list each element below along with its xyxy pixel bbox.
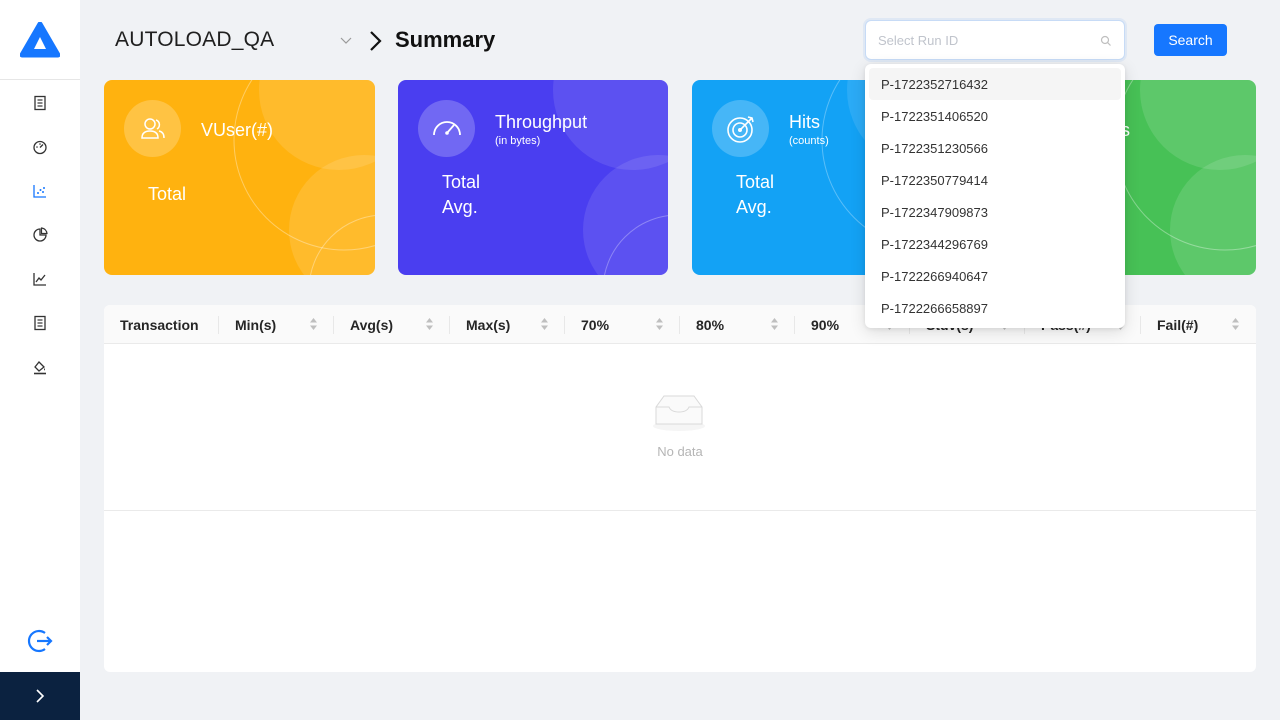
column-header[interactable]: 70%: [565, 305, 680, 344]
run-id-placeholder: Select Run ID: [878, 33, 959, 48]
search-button[interactable]: Search: [1154, 24, 1227, 56]
run-id-option[interactable]: P-1722350779414: [869, 164, 1121, 196]
sidebar-item-analysis[interactable]: [28, 179, 52, 203]
card-title: Throughput: [495, 112, 588, 132]
sidebar-item-report[interactable]: [28, 91, 52, 115]
sidebar-item-trends[interactable]: [28, 267, 52, 291]
column-label: Max(s): [466, 316, 511, 333]
vuser-card: VUser(#) Total: [104, 80, 375, 275]
sort-icon[interactable]: [425, 317, 434, 331]
card-subtitle: (counts): [789, 135, 829, 147]
column-label: Min(s): [235, 316, 277, 333]
chevron-right-icon: [36, 689, 45, 703]
run-id-option[interactable]: P-1722347909873: [869, 196, 1121, 228]
chevron-down-icon: [340, 37, 352, 44]
column-header[interactable]: Transaction: [104, 305, 219, 344]
column-header[interactable]: Avg(s): [334, 305, 450, 344]
column-label: 90%: [811, 316, 840, 333]
card-title: Hits: [789, 112, 820, 132]
card-label-total: Total: [736, 172, 775, 192]
run-id-option[interactable]: P-1722344296769: [869, 228, 1121, 260]
column-header[interactable]: Max(s): [450, 305, 565, 344]
run-id-option[interactable]: P-1722266658897: [869, 292, 1121, 324]
sidebar-item-theme[interactable]: [28, 355, 52, 379]
empty-state: No data: [104, 345, 1256, 511]
document-list-icon: [34, 315, 46, 331]
sort-icon[interactable]: [540, 317, 549, 331]
run-id-option[interactable]: P-1722351230566: [869, 132, 1121, 164]
card-title: VUser(#): [201, 120, 274, 140]
run-id-dropdown: P-1722352716432 P-1722351406520 P-172235…: [865, 64, 1125, 328]
column-header[interactable]: 80%: [680, 305, 795, 344]
column-label: Transaction: [120, 316, 199, 333]
run-id-option[interactable]: P-1722351406520: [869, 100, 1121, 132]
chevron-right-icon: [370, 31, 382, 51]
search-icon: [1100, 34, 1112, 52]
run-id-option[interactable]: P-1722352716432: [869, 68, 1121, 100]
pie-chart-icon: [33, 227, 48, 242]
page-title: Summary: [395, 27, 496, 52]
logo[interactable]: [0, 0, 80, 80]
logout-button[interactable]: [24, 625, 56, 657]
sort-icon[interactable]: [309, 317, 318, 331]
sidebar: [0, 0, 80, 720]
report-doc-icon: [34, 95, 46, 111]
target-icon-wrap: [712, 100, 769, 157]
column-header[interactable]: Fail(#): [1141, 305, 1256, 344]
card-label-total: Total: [442, 172, 481, 192]
paint-bucket-icon: [34, 361, 46, 375]
column-label: 70%: [581, 316, 610, 333]
card-label-avg: Avg.: [442, 197, 478, 217]
speedometer-icon-wrap: [418, 100, 475, 157]
empty-text: No data: [657, 444, 703, 459]
card-subtitle: (in bytes): [495, 135, 541, 147]
project-dropdown-toggle[interactable]: [340, 33, 352, 51]
sort-icon[interactable]: [770, 317, 779, 331]
column-header[interactable]: Min(s): [219, 305, 334, 344]
column-label: 80%: [696, 316, 725, 333]
users-icon-wrap: [124, 100, 181, 157]
line-chart-icon: [33, 273, 46, 286]
sidebar-item-dashboard[interactable]: [28, 135, 52, 159]
sidebar-collapse-button[interactable]: [0, 672, 80, 720]
logout-icon: [27, 629, 53, 653]
delta-logo-icon: [20, 21, 60, 57]
transaction-table: Transaction Min(s) Avg(s) Max(s) 70% 80%…: [104, 305, 1256, 672]
run-id-option[interactable]: P-1722266940647: [869, 260, 1121, 292]
empty-inbox-icon: [653, 395, 705, 431]
breadcrumb-separator: [368, 30, 384, 57]
column-label: Fail(#): [1157, 316, 1199, 333]
sidebar-item-distribution[interactable]: [28, 223, 52, 247]
run-id-select[interactable]: Select Run ID: [865, 20, 1125, 60]
throughput-card: Throughput (in bytes) Total Avg.: [398, 80, 668, 275]
users-icon: [140, 117, 165, 139]
dashboard-gauge-icon: [33, 140, 47, 155]
target-icon: [726, 115, 754, 143]
sidebar-item-logs[interactable]: [28, 311, 52, 335]
card-label-total: Total: [148, 184, 187, 204]
card-label-avg: Avg.: [736, 197, 772, 217]
column-label: Avg(s): [350, 316, 394, 333]
sort-icon[interactable]: [1231, 317, 1240, 331]
speedometer-icon: [432, 120, 461, 135]
project-name: AUTOLOAD_QA: [115, 28, 275, 51]
sort-icon[interactable]: [655, 317, 664, 331]
scatter-chart-icon: [33, 185, 46, 198]
